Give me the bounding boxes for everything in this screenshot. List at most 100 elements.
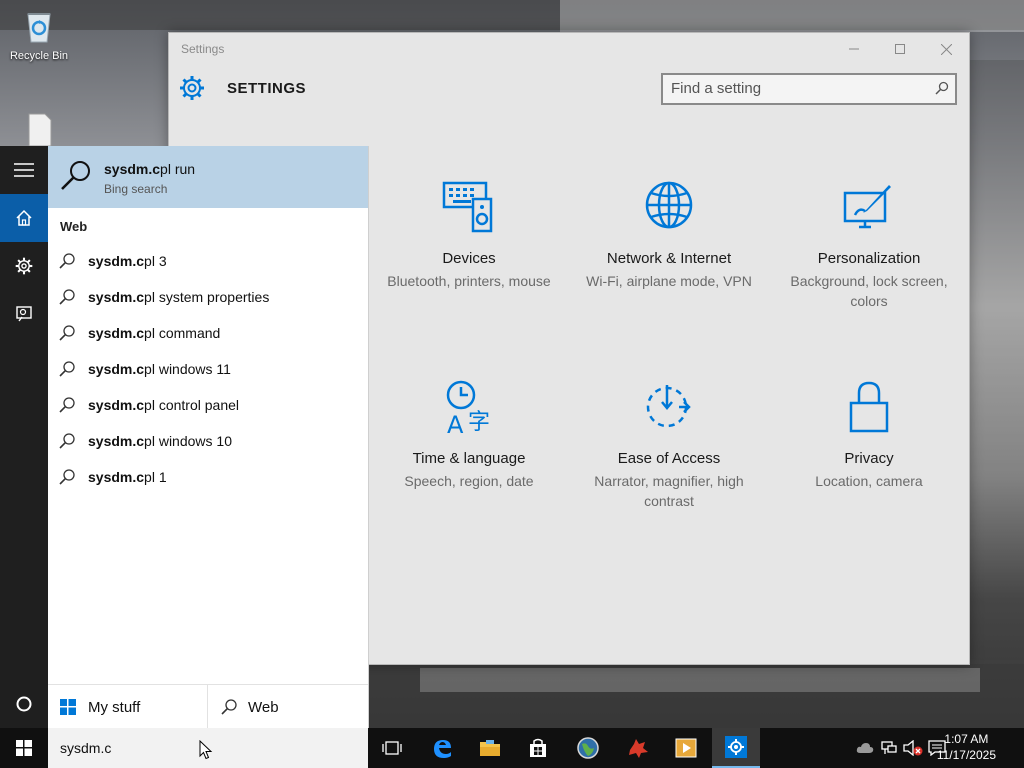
search-icon <box>59 433 75 449</box>
tile-devices-name: Devices <box>442 250 496 267</box>
title-bar[interactable]: Settings <box>169 33 969 65</box>
taskbar-file-explorer[interactable] <box>466 728 514 768</box>
minimize-button[interactable] <box>831 33 877 65</box>
cloud-icon <box>856 743 874 753</box>
folder-icon <box>480 740 500 756</box>
cortana-button[interactable] <box>0 680 48 728</box>
suggestion-text: sysdm.cpl command <box>88 325 221 341</box>
tile-personalization-desc: Background, lock screen, colors <box>790 273 948 309</box>
tile-ease-desc: Narrator, magnifier, high contrast <box>594 473 744 509</box>
cortana-circle-icon <box>16 696 32 712</box>
web-suggestion[interactable]: sysdm.cpl system properties <box>48 279 368 315</box>
web-suggestion[interactable]: sysdm.cpl windows 10 <box>48 423 368 459</box>
web-suggestion[interactable]: sysdm.cpl 1 <box>48 459 368 495</box>
globe-icon <box>645 181 693 229</box>
tile-network-name: Network & Internet <box>606 250 732 267</box>
tile-time-language[interactable]: A 字 Time & language Speech, region, date <box>384 379 554 491</box>
my-stuff-label: My stuff <box>88 698 141 716</box>
search-icon <box>59 253 75 269</box>
page-title: SETTINGS <box>227 79 307 97</box>
tile-devices[interactable]: Devices Bluetooth, printers, mouse <box>384 179 554 291</box>
hamburger-menu-button[interactable] <box>0 146 48 194</box>
taskbar: 1:07 AM 11/17/2025 <box>0 728 1024 768</box>
task-view-button[interactable] <box>368 728 416 768</box>
web-filter-button[interactable]: Web <box>208 685 368 729</box>
tile-privacy[interactable]: Privacy Location, camera <box>784 379 954 491</box>
window-title: Settings <box>181 42 225 56</box>
maximize-button[interactable] <box>877 33 923 65</box>
tile-network-desc: Wi-Fi, airplane mode, VPN <box>586 273 752 289</box>
start-left-rail <box>0 146 48 728</box>
suggestion-text: sysdm.cpl windows 10 <box>88 433 232 449</box>
web-suggestion[interactable]: sysdm.cpl command <box>48 315 368 351</box>
search-icon <box>59 361 75 377</box>
desktop-icon-label: Recycle Bin <box>9 50 69 62</box>
tray-onedrive[interactable] <box>854 728 876 768</box>
edge-browser-icon <box>434 740 451 758</box>
search-icon <box>221 699 237 715</box>
find-setting-input[interactable] <box>663 75 929 101</box>
svg-text:A: A <box>447 411 464 435</box>
web-suggestion[interactable]: sysdm.cpl windows 11 <box>48 351 368 387</box>
task-view-icon <box>382 741 402 755</box>
time-language-icon: A 字 <box>446 380 490 439</box>
settings-header: SETTINGS <box>179 75 306 101</box>
web-suggestion[interactable]: sysdm.cpl control panel <box>48 387 368 423</box>
globe-app-icon <box>577 737 599 759</box>
desktop-icon-recycle-bin[interactable]: Recycle Bin <box>0 6 78 62</box>
tray-network[interactable] <box>878 728 900 768</box>
best-match-subtitle: Bing search <box>104 182 168 196</box>
search-icon <box>59 397 75 413</box>
devices-icon <box>442 181 493 233</box>
tile-time-name: Time & language <box>412 450 526 467</box>
my-stuff-button[interactable]: My stuff <box>48 685 207 729</box>
suggestion-text: sysdm.cpl system properties <box>88 289 270 305</box>
suggestion-text: sysdm.cpl windows 11 <box>88 361 231 377</box>
start-button[interactable] <box>0 728 48 768</box>
feedback-icon <box>16 306 32 322</box>
personalization-icon <box>843 185 891 229</box>
maximize-icon <box>895 44 905 54</box>
rail-feedback-button[interactable] <box>0 290 48 338</box>
find-setting-box[interactable] <box>661 73 957 105</box>
clock-time: 1:07 AM <box>944 732 989 746</box>
clock-date: 11/17/2025 <box>936 748 996 762</box>
home-icon <box>16 209 32 226</box>
media-player-icon <box>675 738 697 758</box>
taskbar-settings[interactable] <box>712 728 760 768</box>
red-creature-icon <box>629 739 648 758</box>
search-icon <box>935 81 949 95</box>
tile-personalization[interactable]: Personalization Background, lock screen,… <box>784 179 954 311</box>
store-bag-icon <box>530 738 546 757</box>
rail-home-button[interactable] <box>0 194 48 242</box>
taskbar-app-globe[interactable] <box>564 728 612 768</box>
volume-muted-icon <box>903 740 923 756</box>
recycle-bin-icon <box>19 6 59 46</box>
close-button[interactable] <box>923 33 969 65</box>
tile-privacy-name: Privacy <box>844 450 894 467</box>
lock-icon <box>849 381 889 433</box>
web-suggestion[interactable]: sysdm.cpl 3 <box>48 243 368 279</box>
close-icon <box>940 43 952 55</box>
best-match-result[interactable]: sysdm.cpl run Bing search <box>48 146 368 208</box>
taskbar-edge[interactable] <box>418 728 466 768</box>
search-filter-footer: My stuff Web <box>48 684 368 729</box>
tile-privacy-desc: Location, camera <box>815 473 923 489</box>
search-results-panel: sysdm.cpl run Bing search Web sysdm.cpl … <box>48 146 369 729</box>
tray-volume[interactable] <box>902 728 924 768</box>
taskbar-media-player[interactable] <box>662 728 710 768</box>
mouse-cursor-icon <box>199 740 213 760</box>
tile-personalization-name: Personalization <box>817 250 921 267</box>
windows-logo-icon <box>16 740 32 756</box>
minimize-icon <box>849 48 859 50</box>
tile-ease-of-access[interactable]: Ease of Access Narrator, magnifier, high… <box>584 379 754 511</box>
taskbar-store[interactable] <box>514 728 562 768</box>
tile-ease-name: Ease of Access <box>617 450 721 467</box>
taskbar-clock[interactable]: 1:07 AM 11/17/2025 <box>937 731 996 763</box>
taskbar-app-red[interactable] <box>614 728 662 768</box>
suggestion-text: sysdm.cpl 3 <box>88 253 167 269</box>
tile-network-internet[interactable]: Network & Internet Wi-Fi, airplane mode,… <box>584 179 754 291</box>
tile-time-desc: Speech, region, date <box>404 473 534 489</box>
rail-settings-button[interactable] <box>0 242 48 290</box>
search-icon <box>59 325 75 341</box>
